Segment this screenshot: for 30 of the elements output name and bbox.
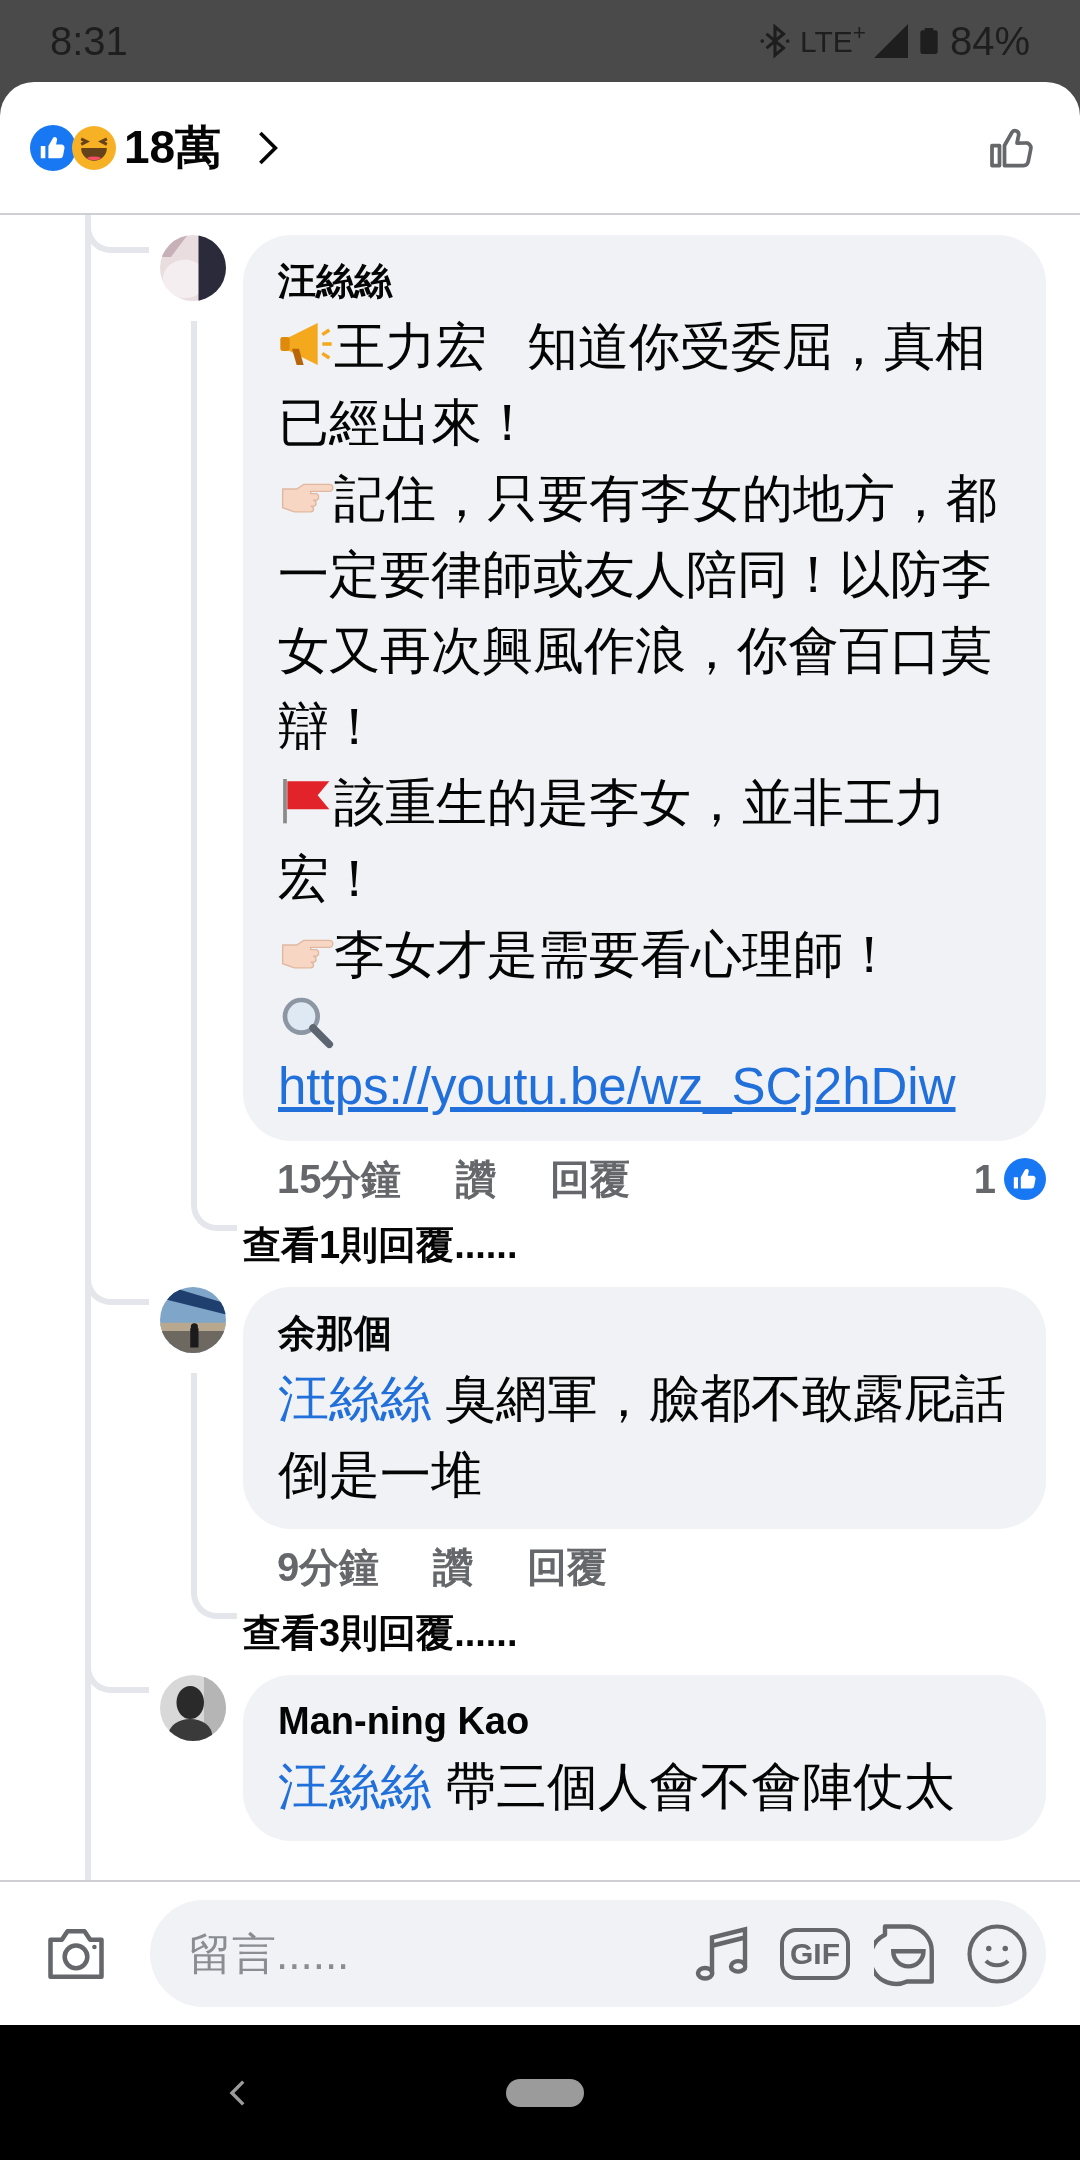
comment-time: 15分鐘 — [277, 1156, 402, 1203]
comment-text: 汪絲絲 臭網軍，臉都不敢露屁話倒是一堆 — [278, 1369, 1008, 1505]
author-name[interactable]: 汪絲絲 — [278, 253, 1024, 309]
like-link[interactable]: 讚 — [455, 1149, 496, 1209]
comment-text: 該重生的是李女，並非王力宏！ — [278, 771, 947, 909]
view-replies-link[interactable]: 查看3則回覆...... — [243, 1604, 518, 1662]
comment-input[interactable]: 留言...... GIF — [150, 1900, 1046, 2007]
like-reaction-icon — [30, 124, 76, 171]
bluetooth-icon — [758, 21, 792, 61]
link[interactable]: https://youtu.be/wz_SCj2hDiw — [278, 1058, 956, 1115]
mention-link[interactable]: 汪絲絲 — [278, 1758, 431, 1815]
home-handle[interactable] — [506, 2078, 584, 2107]
comment-text: 王力宏 知道你受委屈，真相已經出來！ — [278, 315, 987, 453]
author-name[interactable]: Man-ning Kao — [278, 1693, 1024, 1749]
laughing-reaction-icon — [72, 125, 116, 170]
reaction-count: 1 — [973, 1156, 996, 1203]
reaction-count[interactable]: 18萬 — [124, 113, 222, 182]
comment-text: 記住，只要有李女的地方，都一定要律師或友人陪同！以防李女又再次興風作浪，你會百口莫辯！ — [278, 467, 998, 757]
reply-link[interactable]: 回覆 — [549, 1149, 630, 1209]
comment-text: 汪絲絲 帶三個人會不會陣仗太 — [278, 1757, 957, 1817]
view-replies-link[interactable]: 查看1則回覆...... — [243, 1216, 518, 1274]
like-link[interactable]: 讚 — [433, 1537, 474, 1597]
author-name[interactable]: 余那個 — [278, 1305, 1024, 1361]
reply-link[interactable]: 回覆 — [527, 1537, 608, 1597]
comment-text: 李女才是需要看心理師！ — [278, 917, 1024, 993]
comment-time: 9分鐘 — [277, 1544, 380, 1591]
gif-button[interactable]: GIF — [780, 1927, 850, 1980]
signal-icon — [873, 24, 908, 58]
mention-link[interactable]: 汪絲絲 — [278, 1370, 431, 1427]
like-reaction-icon — [1004, 1158, 1046, 1200]
